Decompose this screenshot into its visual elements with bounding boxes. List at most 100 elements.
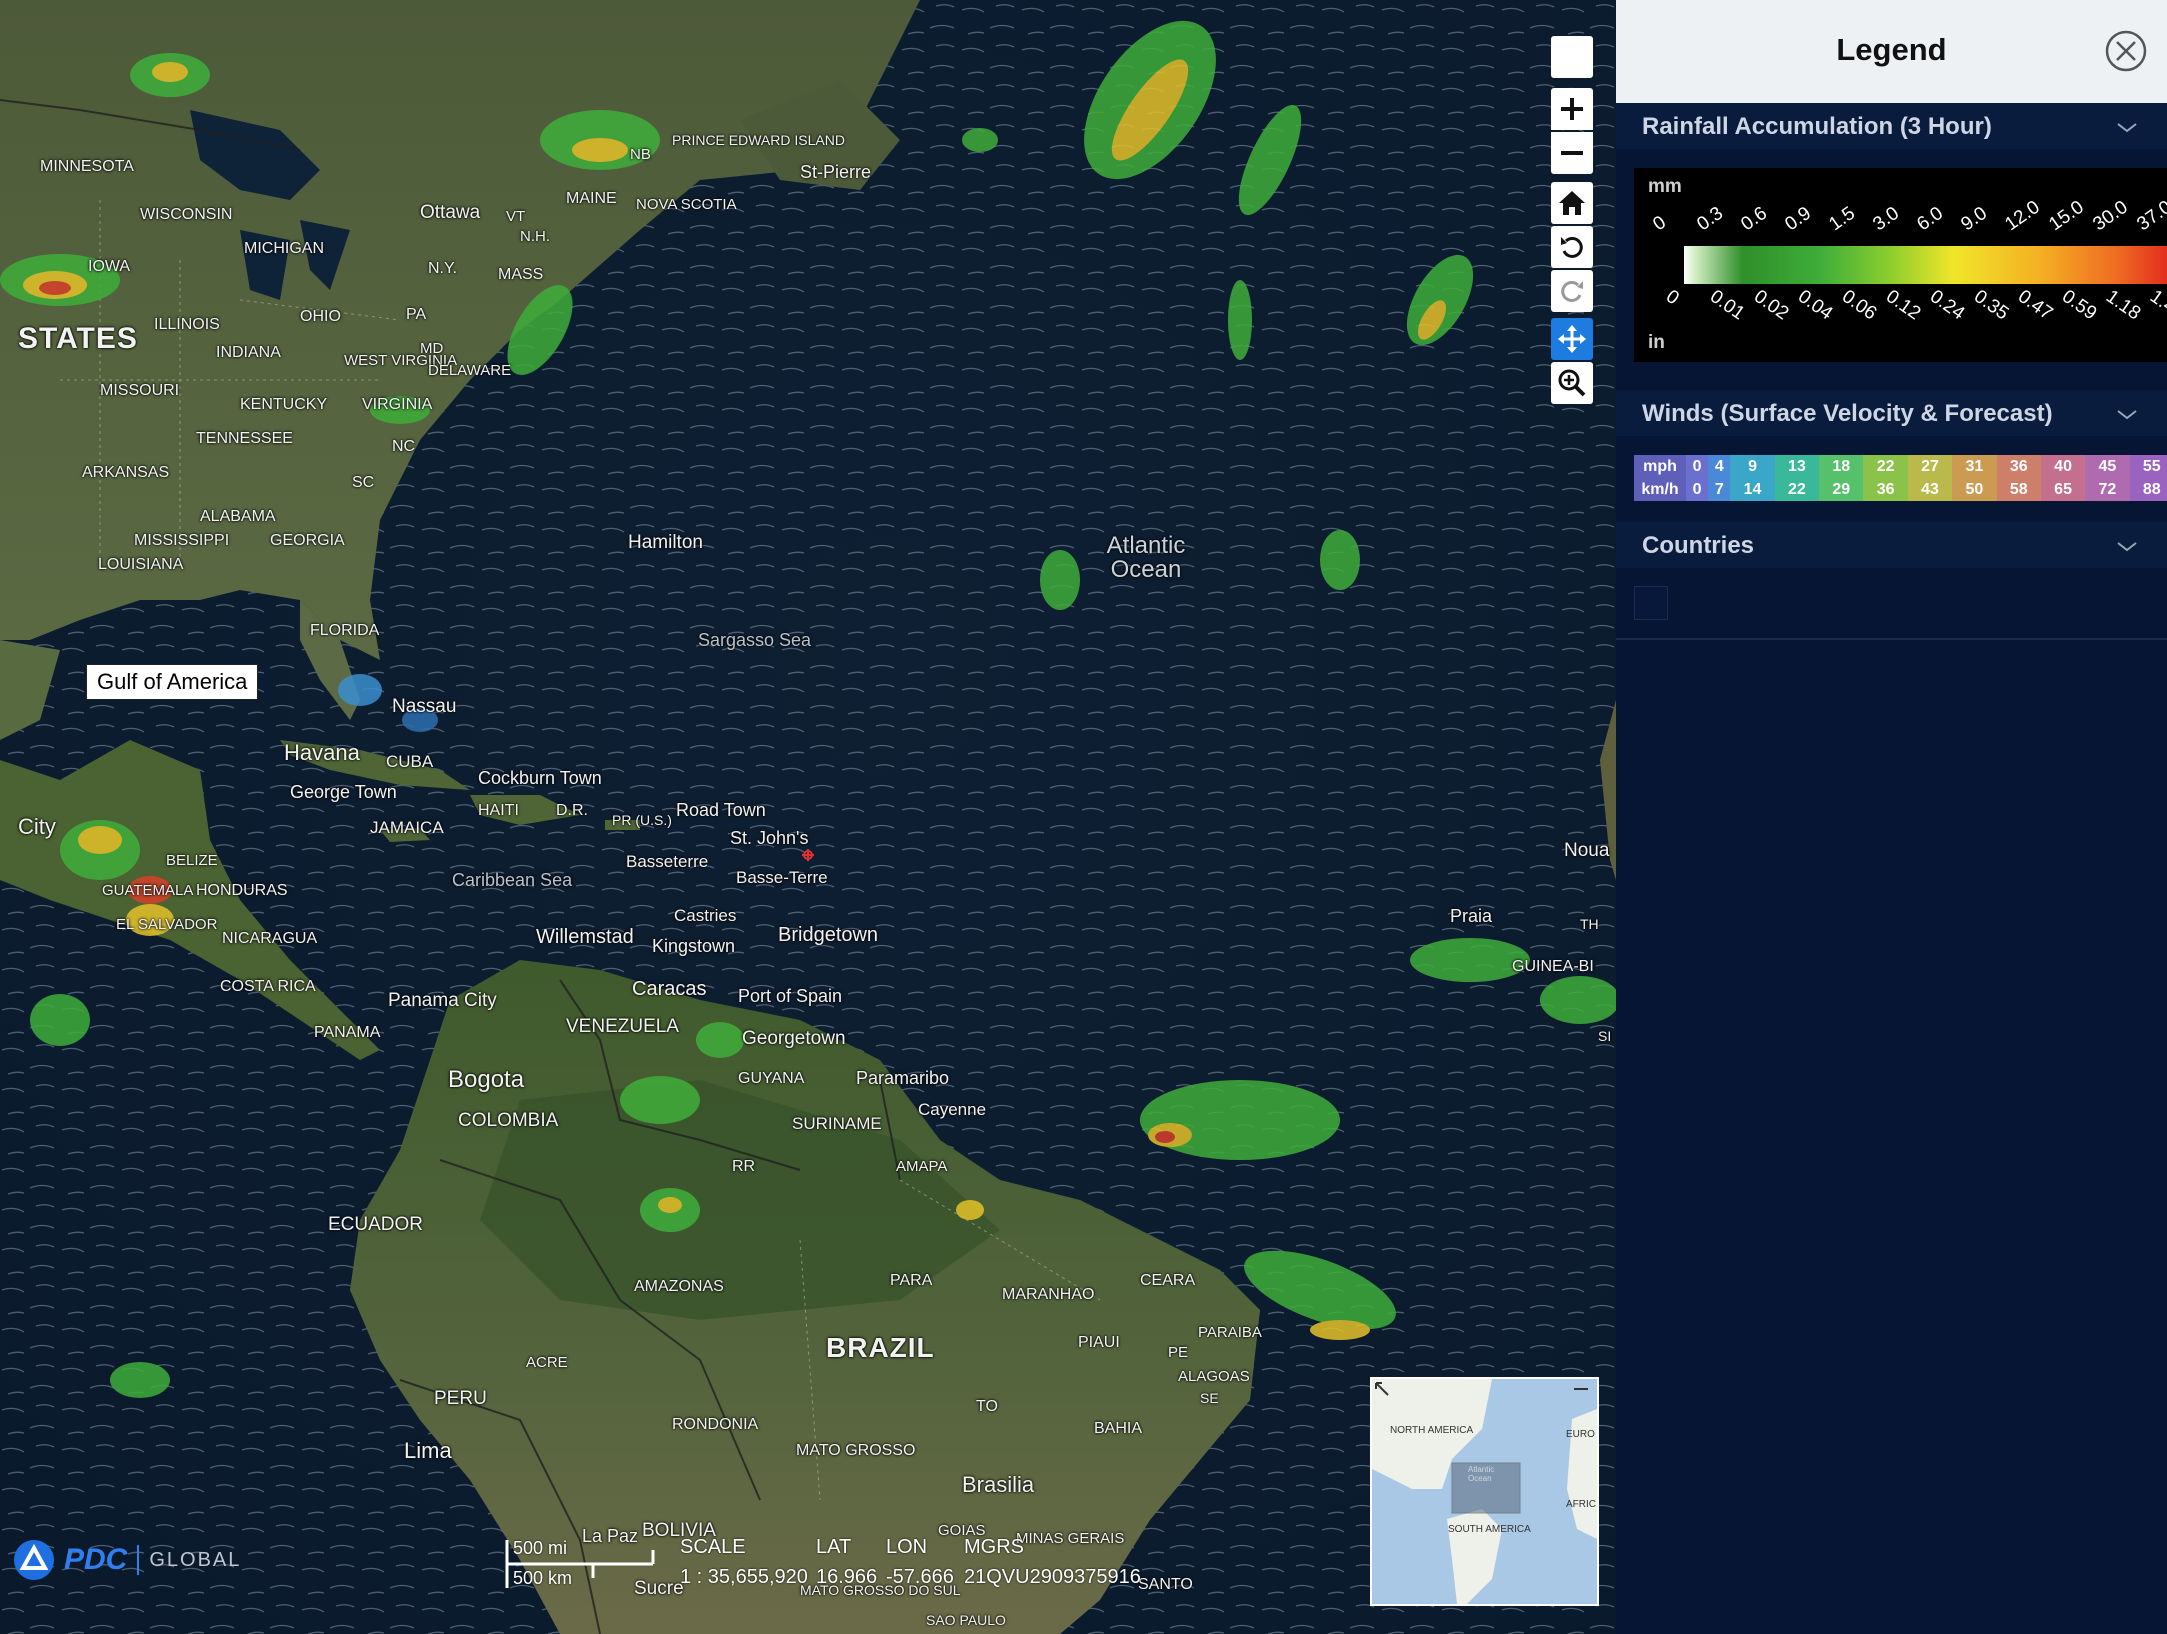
rainfall-in-tick: 1.18: [2101, 286, 2145, 325]
wind-kmh-cell: 0: [1686, 478, 1709, 501]
map-label: George Town: [290, 782, 397, 802]
mgrs-value: 21QVU2909375916: [964, 1566, 1141, 1588]
map-label: ILLINOIS: [154, 316, 220, 333]
rainfall-mm-tick: 15.0: [2045, 196, 2088, 236]
wind-mph-label: mph: [1634, 455, 1686, 478]
map-label: ALAGOAS: [1178, 1368, 1250, 1385]
rainfall-color-scale: mm in 0 0.3 0.6 0.9 1.5 3.0 6.0 9.0 12.0 15.0 30.0…: [1634, 168, 2167, 362]
pdc-logo: PDC GLOBAL: [12, 1538, 241, 1582]
rainfall-mm-tick: 37.0: [2133, 196, 2167, 236]
map-label: Kingstown: [652, 936, 736, 956]
rainfall-mm-tick: 9.0: [1957, 202, 1992, 236]
map-label: AMAZONAS: [634, 1278, 724, 1295]
home-button[interactable]: [1551, 182, 1593, 224]
rainfall-mm-tick: 30.0: [2089, 196, 2132, 236]
map-label: SANTO: [1138, 1576, 1193, 1593]
map-label: OHIO: [300, 308, 341, 325]
map-label: BAHIA: [1094, 1420, 1143, 1437]
map-label: Havana: [284, 740, 360, 765]
map-label: SI: [1598, 1028, 1612, 1044]
legend-header: Legend: [1616, 0, 2167, 103]
wind-kmh-cell: 88: [2129, 478, 2167, 501]
rotate-left-button[interactable]: [1551, 226, 1593, 268]
map-label: ECUADOR: [328, 1214, 424, 1235]
map-label: ARKANSAS: [82, 464, 170, 481]
map-label: BRAZIL: [826, 1332, 935, 1363]
map-label: PARA: [890, 1272, 933, 1289]
map-label: ACRE: [526, 1354, 568, 1371]
map-label: MISSISSIPPI: [134, 532, 230, 549]
map-label: MINAS GERAIS: [1016, 1530, 1125, 1547]
wind-kmh-label: km/h: [1634, 478, 1686, 501]
rainfall-in-tick: 0: [1661, 286, 1683, 310]
rainfall-in-tick: 0.12: [1881, 286, 1925, 325]
map-label: HAITI: [478, 802, 519, 819]
countries-swatch: [1634, 586, 1668, 620]
map-label: Nassau: [392, 696, 457, 717]
wind-kmh-cell: 22: [1774, 478, 1820, 501]
map-label: NOVA SCOTIA: [636, 196, 737, 213]
map-label: Ottawa: [420, 202, 481, 223]
map-label: Noua: [1564, 840, 1610, 861]
map-label: IOWA: [88, 258, 131, 275]
wind-kmh-cell: 65: [2040, 478, 2086, 501]
map-label: HONDURAS: [196, 882, 288, 899]
zoom-in-button[interactable]: [1551, 88, 1593, 130]
overview-europe: EURO: [1566, 1429, 1595, 1440]
map-label: BELIZE: [166, 852, 218, 869]
rainfall-in-tick: 0.24: [1925, 286, 1969, 325]
overview-map[interactable]: NORTH AMERICA SOUTH AMERICA EURO AFRIC A…: [1370, 1377, 1599, 1606]
wind-mph-cell: 0: [1686, 455, 1709, 478]
rainfall-mm-tick: 0.9: [1781, 202, 1816, 236]
map-canvas[interactable]: STATES MINNESOTA WISCONSIN MICHIGAN IOWA ILLI…: [0, 0, 1616, 1634]
scale-mi: 500 mi: [513, 1538, 568, 1558]
rainfall-unit-in: in: [1648, 332, 1665, 353]
wind-mph-cell: 4: [1708, 455, 1731, 478]
map-label: PARAIBA: [1198, 1324, 1262, 1341]
rainfall-mm-tick: 12.0: [2001, 196, 2044, 236]
map-label: Caribbean Sea: [452, 870, 573, 890]
map-label: COLOMBIA: [458, 1110, 559, 1131]
wind-mph-cell: 40: [2040, 455, 2086, 478]
pdc-logo-icon: [14, 1540, 54, 1580]
map-label: RONDONIA: [672, 1416, 759, 1433]
wind-mph-cell: 36: [1996, 455, 2041, 478]
countries-section-header[interactable]: Countries: [1616, 522, 2167, 568]
rainfall-in-tick: 0.04: [1793, 286, 1837, 325]
map-label: SURINAME: [792, 1114, 882, 1133]
map-label: PE: [1168, 1344, 1189, 1361]
rainfall-mm-tick: 3.0: [1869, 202, 1904, 236]
pan-button[interactable]: [1551, 318, 1593, 360]
wind-kmh-cell: 14: [1730, 478, 1775, 501]
map-label: DELAWARE: [428, 362, 512, 379]
map-label: Brasilia: [962, 1472, 1035, 1497]
wind-mph-cell: 45: [2085, 455, 2130, 478]
rainfall-in-tick: 0.01: [1705, 286, 1749, 325]
magnifier-icon: [1558, 369, 1586, 397]
wind-kmh-row: km/h 0 7 14 22 29 36 43 50 58 65 72 88: [1634, 478, 2167, 501]
close-icon[interactable]: [2104, 29, 2148, 73]
rainfall-in-tick: 0.59: [2057, 286, 2101, 325]
plus-icon: [1561, 98, 1583, 120]
map-label: CEARA: [1140, 1272, 1196, 1289]
map-label: Panama City: [388, 990, 497, 1011]
rotate-right-button[interactable]: [1551, 270, 1593, 312]
rainfall-section-header[interactable]: Rainfall Accumulation (3 Hour): [1616, 103, 2167, 149]
legend-divider: [1616, 638, 2167, 640]
rainfall-in-tick: 0.06: [1837, 286, 1881, 325]
gulf-label[interactable]: Gulf of America: [86, 664, 259, 700]
zoom-out-button[interactable]: [1551, 132, 1593, 174]
home-icon: [1559, 191, 1585, 215]
map-label: Road Town: [676, 800, 766, 820]
zoom-box-button[interactable]: [1551, 362, 1593, 404]
scale-label: SCALE: [680, 1536, 746, 1558]
map-label: Georgetown: [742, 1028, 846, 1049]
map-label: KENTUCKY: [240, 396, 328, 413]
winds-section-header[interactable]: Winds (Surface Velocity & Forecast): [1616, 390, 2167, 436]
map-label: D.R.: [556, 802, 588, 819]
blank-tool-button[interactable]: [1551, 36, 1593, 78]
wind-speed-table: mph 0 4 9 13 18 22 27 31 36 40 45 55 km/h 0 7 14 22 29 3…: [1634, 455, 2167, 501]
rainfall-mm-tick: 0: [1649, 211, 1671, 236]
mgrs-label: MGRS: [964, 1536, 1024, 1558]
wind-kmh-cell: 43: [1907, 478, 1953, 501]
